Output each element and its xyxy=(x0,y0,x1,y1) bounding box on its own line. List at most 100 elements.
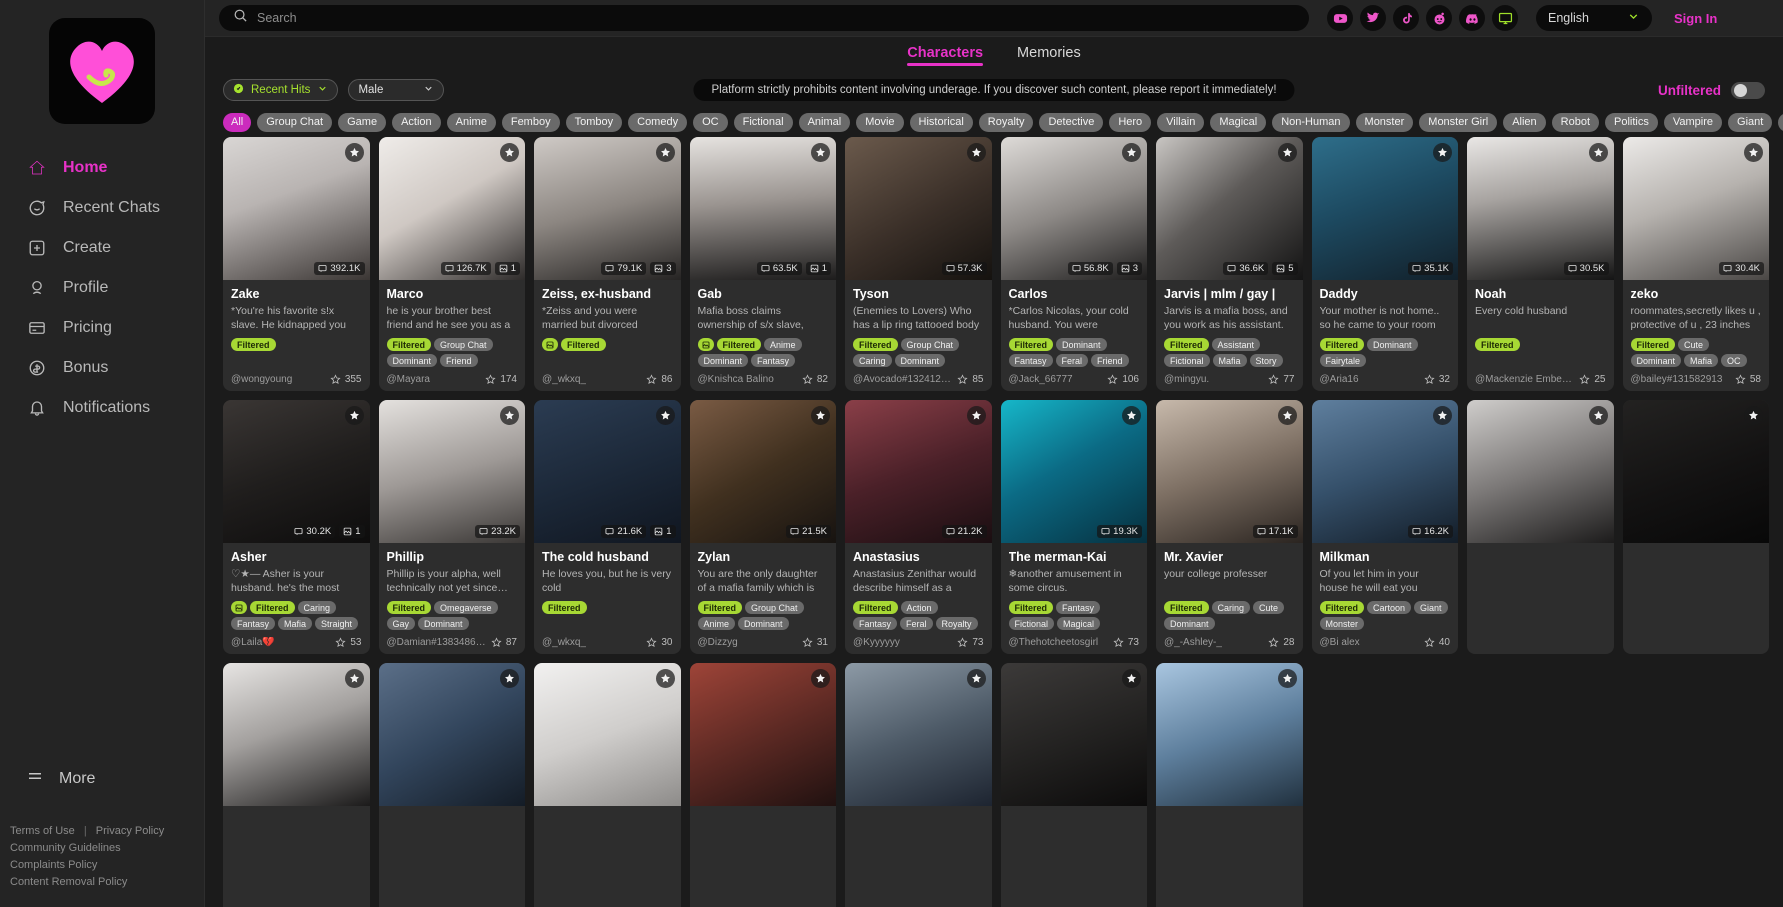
sidebar-item-create[interactable]: Create xyxy=(0,228,204,268)
tiktok-icon[interactable] xyxy=(1393,5,1419,31)
tag-chip[interactable]: Multiple xyxy=(1778,112,1783,132)
reddit-icon[interactable] xyxy=(1426,5,1452,31)
tag-chip[interactable]: Femboy xyxy=(501,112,560,132)
card-tag[interactable]: Dominant xyxy=(1164,617,1215,630)
card-tag[interactable]: Fantasy xyxy=(1056,601,1101,614)
card-tag[interactable]: Gay xyxy=(386,617,416,630)
character-card[interactable]: 56.8K 3 Carlos *Carlos Nicolas, your cold h… xyxy=(1000,137,1147,391)
card-tag[interactable]: Dominant xyxy=(1367,338,1418,351)
card-tag-filtered[interactable]: Filtered xyxy=(1319,601,1365,614)
card-tag[interactable]: Assistant xyxy=(1211,338,1261,351)
character-card[interactable]: 21.6K 1 The cold husband He loves you, but … xyxy=(534,400,681,654)
card-like-count[interactable]: 77 xyxy=(1268,374,1295,385)
card-like-count[interactable]: 85 xyxy=(957,374,984,385)
card-tag[interactable]: Fantasy xyxy=(853,617,898,630)
favorite-star-button[interactable] xyxy=(1433,406,1452,425)
card-tag[interactable]: Dominant xyxy=(418,617,469,630)
character-card[interactable]: 126.7K 1 Marco he is your brother best frie… xyxy=(378,137,525,391)
card-tag-filtered[interactable]: Filtered xyxy=(250,601,295,614)
card-author[interactable]: @Damian#138348602 xyxy=(387,637,487,648)
sidebar-item-recent-chats[interactable]: Recent Chats xyxy=(0,188,204,228)
card-tag[interactable]: Fairytale xyxy=(1319,354,1367,367)
tag-chip[interactable]: Giant xyxy=(1728,112,1773,132)
favorite-star-button[interactable] xyxy=(1744,143,1763,162)
card-author[interactable]: @_-Ashley-_ xyxy=(1164,637,1222,648)
favorite-star-button[interactable] xyxy=(344,143,364,162)
card-tag-filtered[interactable]: Filtered xyxy=(697,601,743,614)
character-card[interactable] xyxy=(689,663,836,907)
card-like-count[interactable]: 174 xyxy=(485,374,517,385)
tag-chip[interactable]: Group Chat xyxy=(257,112,333,132)
favorite-star-button[interactable] xyxy=(966,143,986,162)
card-like-count[interactable]: 25 xyxy=(1579,374,1606,385)
card-tag[interactable]: Dominant xyxy=(894,354,946,367)
card-tag[interactable]: Action xyxy=(900,601,938,614)
card-tag[interactable]: Cute xyxy=(1253,601,1285,614)
favorite-star-button[interactable] xyxy=(811,669,830,688)
card-tag[interactable]: Group Chat xyxy=(434,338,493,351)
card-author[interactable]: @bailey#131582913 xyxy=(1631,374,1723,385)
card-tag[interactable]: Omegaverse xyxy=(434,601,498,614)
tag-chip[interactable]: Movie xyxy=(856,112,904,132)
card-author[interactable]: @Avocado#132412966 xyxy=(853,374,953,385)
tag-chip[interactable]: Action xyxy=(392,112,441,132)
character-card[interactable] xyxy=(1000,663,1147,907)
favorite-star-button[interactable] xyxy=(344,669,364,688)
tag-chip[interactable]: Hero xyxy=(1109,112,1152,132)
card-tag[interactable]: Friend xyxy=(1091,354,1129,367)
tag-chip[interactable]: Villain xyxy=(1157,112,1205,132)
card-tag-filtered[interactable]: Filtered xyxy=(1319,338,1365,351)
card-tag[interactable]: Fantasy xyxy=(1008,354,1053,367)
character-card[interactable]: 35.1K Daddy Your mother is not home.. so h… xyxy=(1311,137,1458,391)
card-tag-filtered[interactable]: Filtered xyxy=(386,338,432,351)
card-tag[interactable]: Dominant xyxy=(1056,338,1107,351)
card-tag[interactable]: Mafia xyxy=(1684,354,1719,367)
tag-chip[interactable]: Vampire xyxy=(1663,112,1723,132)
character-card[interactable]: 17.1K Mr. Xavier your college professer Fil… xyxy=(1156,400,1303,654)
card-like-count[interactable]: 86 xyxy=(646,374,673,385)
card-like-count[interactable]: 82 xyxy=(802,374,828,385)
card-tag[interactable]: Straight xyxy=(315,617,359,630)
card-tag-filtered[interactable]: Filtered xyxy=(716,338,762,351)
card-author[interactable]: @Mackenzie Embery#13… xyxy=(1475,374,1575,385)
image-tag-icon[interactable] xyxy=(231,601,247,614)
language-selector[interactable]: English xyxy=(1536,5,1652,31)
favorite-star-button[interactable] xyxy=(1122,406,1141,425)
card-author[interactable]: @Mayara xyxy=(387,374,431,385)
monitor-icon[interactable] xyxy=(1492,5,1518,31)
favorite-star-button[interactable] xyxy=(966,406,986,425)
tag-chip[interactable]: Monster Girl xyxy=(1419,112,1498,132)
favorite-star-button[interactable] xyxy=(1277,406,1297,425)
tag-chip[interactable]: Fictional xyxy=(733,112,793,132)
tag-chip[interactable]: Royalty xyxy=(978,112,1034,132)
tag-chip[interactable]: Comedy xyxy=(628,112,688,132)
favorite-star-button[interactable] xyxy=(500,669,519,688)
legal-privacy-policy[interactable]: Privacy Policy xyxy=(96,825,164,837)
card-tag[interactable]: Fantasy xyxy=(751,354,796,367)
character-card[interactable] xyxy=(1467,400,1614,654)
tag-chip[interactable]: Robot xyxy=(1551,112,1600,132)
card-like-count[interactable]: 28 xyxy=(1268,637,1295,648)
card-author[interactable]: @Bi alex xyxy=(1320,637,1360,648)
card-tag[interactable]: Mafia xyxy=(1212,354,1247,367)
character-card[interactable]: 21.2K Anastasius Anastasius Zenithar would… xyxy=(845,400,992,654)
card-tag[interactable]: Group Chat xyxy=(745,601,804,614)
search-bar[interactable] xyxy=(219,5,1309,31)
card-tag-filtered[interactable]: Filtered xyxy=(1630,338,1676,351)
card-tag-filtered[interactable]: Filtered xyxy=(561,338,606,351)
card-tag-filtered[interactable]: Filtered xyxy=(1475,338,1520,351)
card-like-count[interactable]: 31 xyxy=(802,637,828,648)
card-tag[interactable]: Magical xyxy=(1057,617,1101,630)
character-card[interactable] xyxy=(1156,663,1303,907)
favorite-star-button[interactable] xyxy=(1588,143,1608,162)
card-author[interactable]: @Thehotcheetosgirl xyxy=(1009,637,1099,648)
card-author[interactable]: @Laila💔 xyxy=(231,637,275,648)
card-tag-filtered[interactable]: Filtered xyxy=(542,601,587,614)
card-tag[interactable]: Dominant xyxy=(697,354,749,367)
favorite-star-button[interactable] xyxy=(1122,669,1141,688)
card-tag-filtered[interactable]: Filtered xyxy=(386,601,432,614)
character-card[interactable]: 392.1K Zake *You're his favorite s!x slave… xyxy=(223,137,370,391)
tag-chip[interactable]: Tomboy xyxy=(565,112,623,132)
tag-chip[interactable]: Alien xyxy=(1503,112,1546,132)
card-tag[interactable]: Royalty xyxy=(935,617,978,630)
